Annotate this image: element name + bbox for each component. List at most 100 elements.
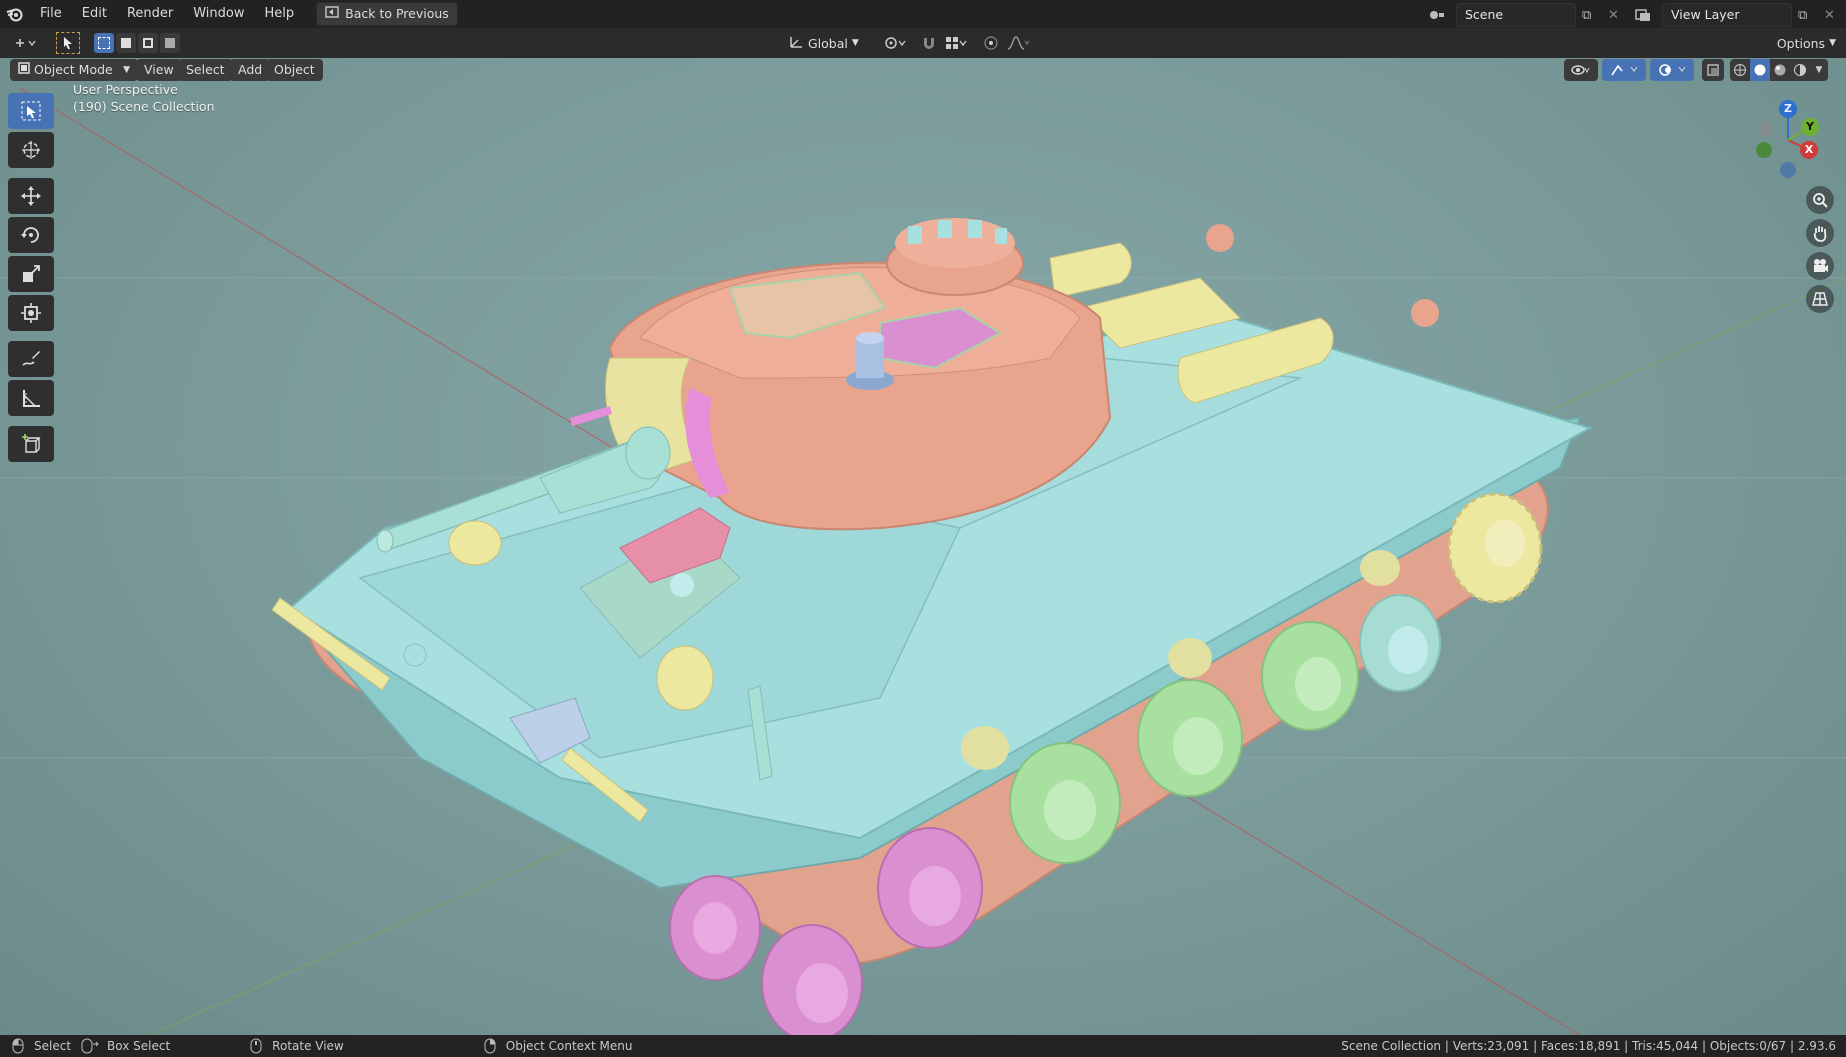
gizmo-x-axis[interactable]: X [1800,141,1818,159]
status-stats: Scene Collection | Verts:23,091 | Faces:… [1341,1039,1836,1053]
perspective-toggle-button[interactable] [1806,285,1834,313]
gizmo-y-axis[interactable]: Y [1801,118,1819,136]
view-menu[interactable]: View [136,59,182,81]
add-cube-icon [22,434,41,453]
menu-help[interactable]: Help [255,0,305,28]
add-cube-tool[interactable] [8,426,54,462]
orientation-label: Global [808,35,848,51]
menu-window[interactable]: Window [183,0,254,28]
tool-settings-bar: Global ▼ Options ▼ [0,28,1846,59]
view-layer-icon[interactable] [1630,4,1656,26]
cursor-tool[interactable] [8,132,54,168]
snap-target-icon[interactable] [942,32,970,54]
annotate-tool[interactable] [8,341,54,377]
headlight-front [656,645,714,711]
select-subtract-icon[interactable] [138,33,158,53]
options-dropdown[interactable]: Options ▼ [1777,32,1836,54]
rear-light-1 [1206,224,1234,252]
chevron-down-icon: ▼ [1829,38,1836,48]
object-mode-label: Object Mode [34,62,113,77]
shading-group: ▼ [1730,59,1828,81]
solid-shading-icon[interactable] [1750,59,1770,81]
viewport-perspective-label: User Perspective [73,82,178,97]
select-tool-indicator-icon[interactable] [56,32,80,54]
editor-type-icon[interactable] [8,32,42,54]
select-new-icon[interactable] [94,33,114,53]
object-mode-dropdown[interactable]: Object Mode ▼ [10,59,138,81]
camera-view-button[interactable] [1806,252,1834,280]
grid-perspective-icon [1812,292,1828,306]
new-view-layer-icon[interactable]: ⧉ [1798,4,1818,26]
xray-icon[interactable] [1702,59,1724,81]
view-layer-field[interactable]: View Layer [1662,3,1792,27]
3d-viewport[interactable]: User Perspective (190) Scene Collection [0,58,1846,1035]
falloff-icon[interactable] [1004,32,1034,54]
select-box-tool[interactable] [8,93,54,129]
status-bar: Select Box Select Rotate View Object Con… [0,1035,1846,1057]
gizmo-z-axis[interactable]: Z [1779,100,1797,118]
navigation-gizmo[interactable]: Z Y X [1748,95,1828,185]
snap-icon[interactable] [918,32,940,54]
select-intersect-icon[interactable] [160,33,180,53]
new-scene-icon[interactable]: ⧉ [1582,4,1602,26]
material-shading-icon[interactable] [1770,59,1790,81]
proportional-edit-icon[interactable] [980,32,1002,54]
status-box-select: Box Select [107,1039,171,1053]
orientation-icon [788,35,804,52]
scene-selector-icon[interactable] [1424,4,1450,26]
chevron-down-icon: ▼ [123,65,130,75]
top-menu-bar: File Edit Render Window Help Back to Pre… [0,0,1846,28]
close-scene-icon[interactable]: ✕ [1608,4,1624,26]
rotate-icon [21,227,39,243]
transform-orientation-dropdown[interactable]: Global ▼ [788,32,859,54]
object-mode-icon [18,59,30,81]
select-menu[interactable]: Select [178,59,233,81]
rotate-tool[interactable] [8,217,54,253]
rear-tank [1049,242,1132,299]
gun-collar [625,426,671,480]
visibility-icon[interactable] [1564,59,1598,81]
menu-render[interactable]: Render [117,0,183,28]
chevron-down-icon[interactable]: ▼ [1810,59,1828,81]
move-tool[interactable] [8,178,54,214]
wireframe-shading-icon[interactable] [1730,59,1750,81]
annotate-icon [22,351,40,366]
blender-logo-icon[interactable] [0,0,30,28]
pivot-point-icon[interactable] [880,32,910,54]
add-menu[interactable]: Add [230,59,271,81]
gizmo-toggle-icon[interactable] [1602,59,1646,81]
hand-icon [1813,226,1827,242]
zoom-icon [1813,193,1828,208]
camera-icon [1814,259,1828,272]
selection-mode-group [94,33,180,53]
back-to-previous-label: Back to Previous [345,6,449,21]
mouse-drag-icon [81,1038,99,1054]
overlays-icon[interactable] [1650,59,1694,81]
object-menu[interactable]: Object [266,59,323,81]
mouse-left-icon [12,1038,24,1054]
back-icon [325,3,339,25]
coax-pink [570,406,612,426]
transform-icon [21,303,41,323]
zoom-view-button[interactable] [1806,186,1834,214]
status-select: Select [34,1039,72,1053]
scene-render [0,87,1846,1035]
select-box-icon [21,101,41,121]
scene-name-field[interactable]: Scene [1456,3,1576,27]
close-view-layer-icon[interactable]: ✕ [1824,4,1840,26]
chevron-down-icon: ▼ [851,38,859,48]
scale-tool[interactable] [8,256,54,292]
viewport-header: Object Mode ▼ View Select Add Object ▼ [0,58,1846,82]
menu-file[interactable]: File [30,0,72,28]
left-toolbar [8,93,56,462]
hull-bolt [670,573,694,597]
rendered-shading-icon[interactable] [1790,59,1810,81]
pan-view-button[interactable] [1806,219,1834,247]
back-to-previous-button[interactable]: Back to Previous [316,2,458,26]
scale-icon [23,265,40,282]
measure-tool[interactable] [8,380,54,416]
menu-edit[interactable]: Edit [72,0,117,28]
select-extend-icon[interactable] [116,33,136,53]
transform-tool[interactable] [8,295,54,331]
options-label: Options [1776,35,1826,51]
